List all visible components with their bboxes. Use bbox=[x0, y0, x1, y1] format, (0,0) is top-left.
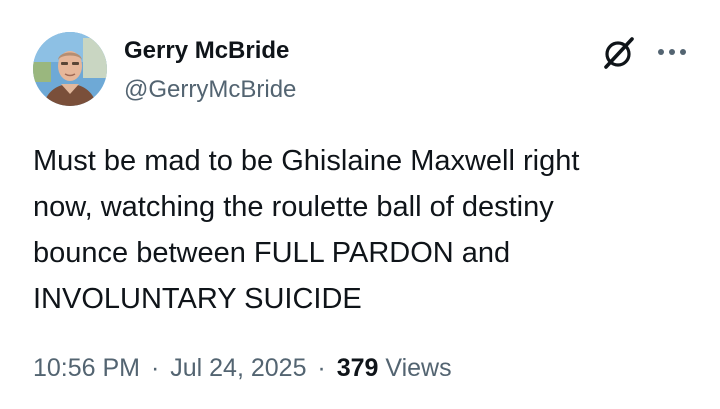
meta-separator: · bbox=[317, 354, 326, 382]
tweet-meta: 10:56 PM · Jul 24, 2025 · 379 Views bbox=[33, 354, 452, 383]
more-options-button[interactable] bbox=[655, 38, 689, 66]
views-count: 379 bbox=[336, 354, 379, 382]
grok-button[interactable] bbox=[600, 34, 638, 72]
more-icon bbox=[658, 49, 686, 55]
author-name[interactable]: Gerry McBride bbox=[124, 37, 289, 65]
tweet-card: Gerry McBride @GerryMcBride Must be mad … bbox=[0, 0, 720, 409]
avatar-image bbox=[33, 32, 107, 106]
views-label: Views bbox=[385, 354, 452, 382]
meta-separator: · bbox=[150, 354, 160, 382]
grok-icon bbox=[604, 37, 634, 69]
tweet-date[interactable]: Jul 24, 2025 bbox=[170, 354, 306, 382]
author-handle[interactable]: @GerryMcBride bbox=[124, 76, 296, 104]
avatar[interactable] bbox=[33, 32, 107, 106]
tweet-time[interactable]: 10:56 PM bbox=[33, 354, 140, 382]
tweet-text: Must be mad to be Ghislaine Maxwell righ… bbox=[33, 145, 580, 315]
